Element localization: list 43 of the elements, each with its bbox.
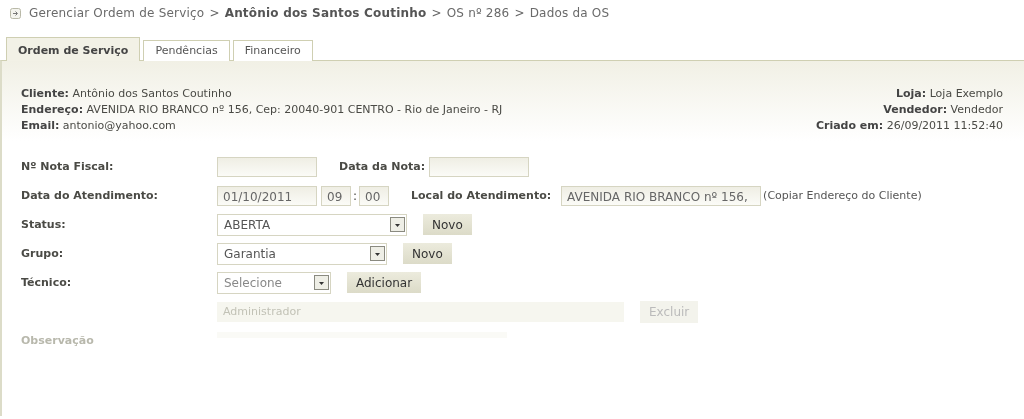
breadcrumb-link[interactable]: OS nº 286 bbox=[446, 6, 510, 20]
breadcrumb-link[interactable]: Dados da OS bbox=[529, 6, 610, 20]
action-button[interactable]: Adicionar bbox=[347, 272, 422, 293]
field-label: Local do Atendimento: bbox=[411, 189, 552, 202]
select-field[interactable]: Garantia bbox=[217, 242, 387, 265]
info-line: Vendedor: Vendedor bbox=[882, 102, 1003, 118]
technician-item: Administrador bbox=[217, 301, 624, 322]
info-line: Criado em: 26/09/2011 11:52:40 bbox=[815, 118, 1003, 134]
select-field[interactable]: ABERTA bbox=[217, 213, 407, 236]
action-button[interactable]: Novo bbox=[403, 243, 452, 264]
field-label: Grupo: bbox=[21, 247, 64, 260]
tab[interactable]: Pendências bbox=[143, 40, 230, 61]
info-line: Endereço: AVENIDA RIO BRANCO nº 156, Cep: 20040-901 CENTRO - Rio de Janeiro - RJ bbox=[21, 102, 503, 118]
input-field[interactable] bbox=[429, 156, 530, 177]
arrow-icon bbox=[10, 7, 21, 19]
breadcrumb-separator: > bbox=[209, 6, 220, 20]
field-label: Data da Nota: bbox=[339, 160, 426, 173]
input-field[interactable]: 00 bbox=[359, 185, 390, 206]
breadcrumb-separator: > bbox=[514, 6, 525, 20]
copy-address-link[interactable]: (Copiar Endereço do Cliente) bbox=[763, 189, 922, 202]
tab[interactable]: Financeiro bbox=[232, 40, 313, 61]
field-label: Status: bbox=[21, 218, 66, 231]
breadcrumb-link[interactable]: Gerenciar Ordem de Serviço bbox=[29, 6, 205, 20]
select-field[interactable]: Selecione bbox=[217, 271, 331, 294]
action-button[interactable]: Novo bbox=[423, 214, 472, 235]
dropdown-icon[interactable] bbox=[390, 217, 405, 232]
dropdown-icon[interactable] bbox=[314, 275, 329, 290]
dropdown-icon[interactable] bbox=[370, 246, 385, 261]
field-label: Nº Nota Fiscal: bbox=[21, 160, 114, 173]
input-field[interactable]: 01/10/2011 bbox=[217, 185, 317, 206]
input-field[interactable]: AVENIDA RIO BRANCO nº 156, bbox=[561, 185, 762, 206]
input-field[interactable]: 09 bbox=[321, 185, 351, 206]
info-line: Loja: Loja Exemplo bbox=[895, 86, 1003, 102]
field-label: Data do Atendimento: bbox=[21, 189, 158, 202]
info-line: Cliente: Antônio dos Santos Coutinho bbox=[21, 86, 233, 102]
breadcrumb-link[interactable]: Antônio dos Santos Coutinho bbox=[224, 6, 427, 20]
field-label: Observação bbox=[21, 334, 94, 347]
field-label: Técnico: bbox=[21, 276, 72, 289]
info-line: Email: antonio@yahoo.com bbox=[21, 118, 177, 134]
tab[interactable]: Ordem de Serviço bbox=[6, 37, 141, 61]
input-field[interactable] bbox=[217, 156, 317, 177]
breadcrumb-separator: > bbox=[431, 6, 442, 20]
time-separator: : bbox=[352, 188, 359, 203]
